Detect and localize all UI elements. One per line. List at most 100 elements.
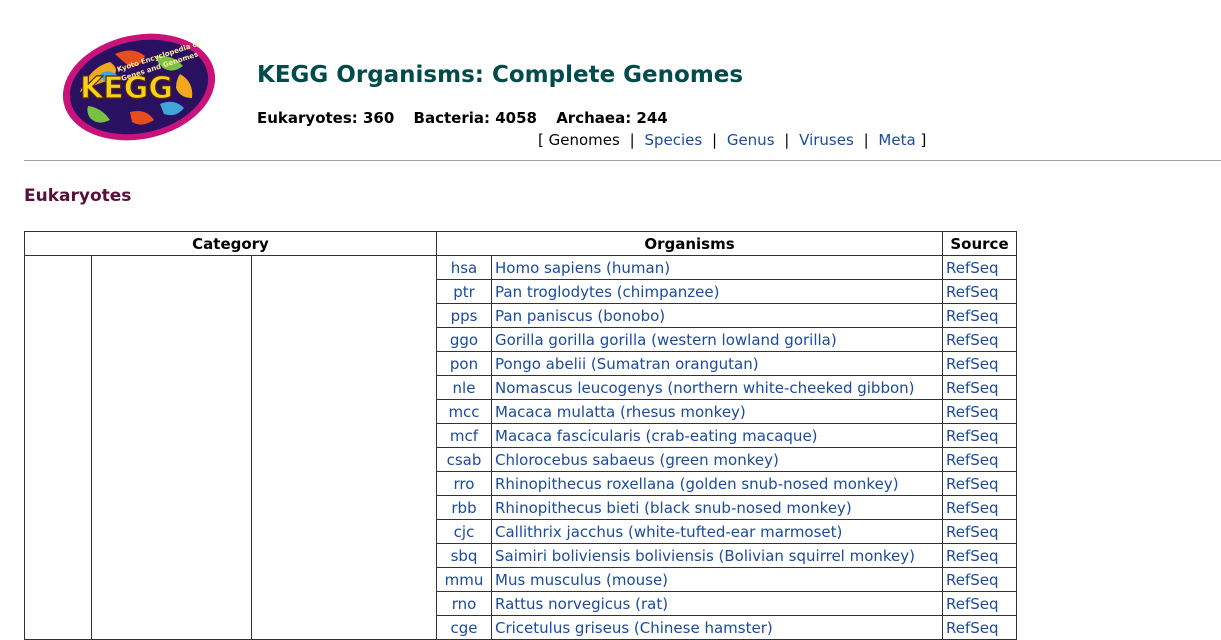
source-link[interactable]: RefSeq [946, 379, 999, 397]
organism-code-cell: mcf [436, 423, 492, 448]
organism-code-cell: nle [436, 375, 492, 400]
source-cell: RefSeq [942, 495, 1017, 520]
source-cell: RefSeq [942, 423, 1017, 448]
organism-name-link[interactable]: Gorilla gorilla gorilla (western lowland… [495, 331, 837, 349]
section-title-eukaryotes: Eukaryotes [24, 186, 132, 206]
organism-code-link[interactable]: sbq [451, 547, 478, 565]
organism-name-link[interactable]: Rattus norvegicus (rat) [495, 595, 668, 613]
nav-genus-link[interactable]: Genus [727, 131, 775, 149]
eukaryotes-count: Eukaryotes: 360 [257, 109, 395, 127]
organism-code-cell: cge [436, 615, 492, 640]
organism-code-cell: csab [436, 447, 492, 472]
organism-name-link[interactable]: Chlorocebus sabaeus (green monkey) [495, 451, 779, 469]
organism-name-link[interactable]: Saimiri boliviensis boliviensis (Bolivia… [495, 547, 915, 565]
source-link[interactable]: RefSeq [946, 523, 999, 541]
source-link[interactable]: RefSeq [946, 259, 999, 277]
organism-code-link[interactable]: cjc [454, 523, 475, 541]
organism-name-link[interactable]: Rhinopithecus roxellana (golden snub-nos… [495, 475, 899, 493]
organism-code-cell: mmu [436, 567, 492, 592]
category-header: Category [24, 231, 437, 256]
bacteria-count: Bacteria: 4058 [413, 109, 537, 127]
organism-code-cell: ggo [436, 327, 492, 352]
organism-name-cell: Mus musculus (mouse) [491, 567, 943, 592]
organism-name-cell: Saimiri boliviensis boliviensis (Bolivia… [491, 543, 943, 568]
nav-species-link[interactable]: Species [644, 131, 702, 149]
source-cell: RefSeq [942, 519, 1017, 544]
organism-name-link[interactable]: Pan paniscus (bonobo) [495, 307, 665, 325]
organism-code-link[interactable]: csab [447, 451, 482, 469]
organism-name-cell: Callithrix jacchus (white-tufted-ear mar… [491, 519, 943, 544]
organism-code-link[interactable]: nle [453, 379, 476, 397]
organism-name-link[interactable]: Macaca fascicularis (crab-eating macaque… [495, 427, 818, 445]
organism-code-cell: sbq [436, 543, 492, 568]
organism-code-cell: hsa [436, 255, 492, 280]
organism-code-link[interactable]: pps [451, 307, 478, 325]
organism-name-cell: Pongo abelii (Sumatran orangutan) [491, 351, 943, 376]
source-cell: RefSeq [942, 375, 1017, 400]
organism-code-cell: mcc [436, 399, 492, 424]
organism-name-link[interactable]: Callithrix jacchus (white-tufted-ear mar… [495, 523, 842, 541]
source-link[interactable]: RefSeq [946, 571, 999, 589]
organism-code-link[interactable]: cge [451, 619, 478, 637]
organism-name-cell: Rhinopithecus roxellana (golden snub-nos… [491, 471, 943, 496]
organism-name-cell: Cricetulus griseus (Chinese hamster) [491, 615, 943, 640]
organism-code-cell: rbb [436, 495, 492, 520]
organism-name-link[interactable]: Pan troglodytes (chimpanzee) [495, 283, 719, 301]
organism-name-link[interactable]: Macaca mulatta (rhesus monkey) [495, 403, 746, 421]
organism-name-link[interactable]: Nomascus leucogenys (northern white-chee… [495, 379, 915, 397]
organism-name-cell: Macaca mulatta (rhesus monkey) [491, 399, 943, 424]
organism-code-cell: pps [436, 303, 492, 328]
source-link[interactable]: RefSeq [946, 307, 999, 325]
table-header-row: Category Organisms Source [24, 231, 1017, 256]
nav-meta-link[interactable]: Meta [878, 131, 915, 149]
source-link[interactable]: RefSeq [946, 547, 999, 565]
organism-code-link[interactable]: ggo [450, 331, 478, 349]
source-link[interactable]: RefSeq [946, 355, 999, 373]
organism-code-link[interactable]: rno [452, 595, 477, 613]
organism-name-cell: Macaca fascicularis (crab-eating macaque… [491, 423, 943, 448]
nav-viruses-link[interactable]: Viruses [799, 131, 854, 149]
source-link[interactable]: RefSeq [946, 427, 999, 445]
organism-code-cell: ptr [436, 279, 492, 304]
source-cell: RefSeq [942, 543, 1017, 568]
organism-name-cell: Rhinopithecus bieti (black snub-nosed mo… [491, 495, 943, 520]
organism-name-link[interactable]: Cricetulus griseus (Chinese hamster) [495, 619, 773, 637]
source-link[interactable]: RefSeq [946, 451, 999, 469]
organism-code-link[interactable]: ptr [453, 283, 475, 301]
organism-code-cell: rro [436, 471, 492, 496]
organism-code-link[interactable]: pon [450, 355, 478, 373]
source-link[interactable]: RefSeq [946, 499, 999, 517]
source-link[interactable]: RefSeq [946, 619, 999, 637]
source-cell: RefSeq [942, 279, 1017, 304]
organism-code-cell: rno [436, 591, 492, 616]
kegg-logo[interactable]: KEGG Kyoto Encyclopedia of Genes and Gen… [60, 32, 218, 142]
organism-code-link[interactable]: mmu [445, 571, 484, 589]
organism-name-cell: Rattus norvegicus (rat) [491, 591, 943, 616]
organism-name-link[interactable]: Homo sapiens (human) [495, 259, 670, 277]
archaea-count: Archaea: 244 [556, 109, 668, 127]
source-cell: RefSeq [942, 567, 1017, 592]
source-cell: RefSeq [942, 447, 1017, 472]
organism-code-link[interactable]: rbb [451, 499, 476, 517]
source-link[interactable]: RefSeq [946, 595, 999, 613]
organism-name-cell: Gorilla gorilla gorilla (western lowland… [491, 327, 943, 352]
nav-genomes: Genomes [548, 131, 620, 149]
source-link[interactable]: RefSeq [946, 331, 999, 349]
genome-counts: Eukaryotes: 360 Bacteria: 4058 Archaea: … [257, 109, 682, 127]
organism-name-link[interactable]: Rhinopithecus bieti (black snub-nosed mo… [495, 499, 852, 517]
source-cell: RefSeq [942, 327, 1017, 352]
organisms-table: Category Organisms Source hsa Homo sapien… [24, 231, 1017, 640]
source-link[interactable]: RefSeq [946, 403, 999, 421]
organism-code-cell: pon [436, 351, 492, 376]
organism-code-link[interactable]: mcc [448, 403, 479, 421]
page: KEGG Kyoto Encyclopedia of Genes and Gen… [0, 0, 1221, 640]
organism-code-link[interactable]: mcf [450, 427, 478, 445]
source-link[interactable]: RefSeq [946, 283, 999, 301]
organism-name-link[interactable]: Pongo abelii (Sumatran orangutan) [495, 355, 759, 373]
source-header: Source [942, 231, 1017, 256]
organism-code-link[interactable]: hsa [451, 259, 478, 277]
source-link[interactable]: RefSeq [946, 475, 999, 493]
organism-name-link[interactable]: Mus musculus (mouse) [495, 571, 668, 589]
organism-code-link[interactable]: rro [454, 475, 475, 493]
organism-name-cell: Pan troglodytes (chimpanzee) [491, 279, 943, 304]
